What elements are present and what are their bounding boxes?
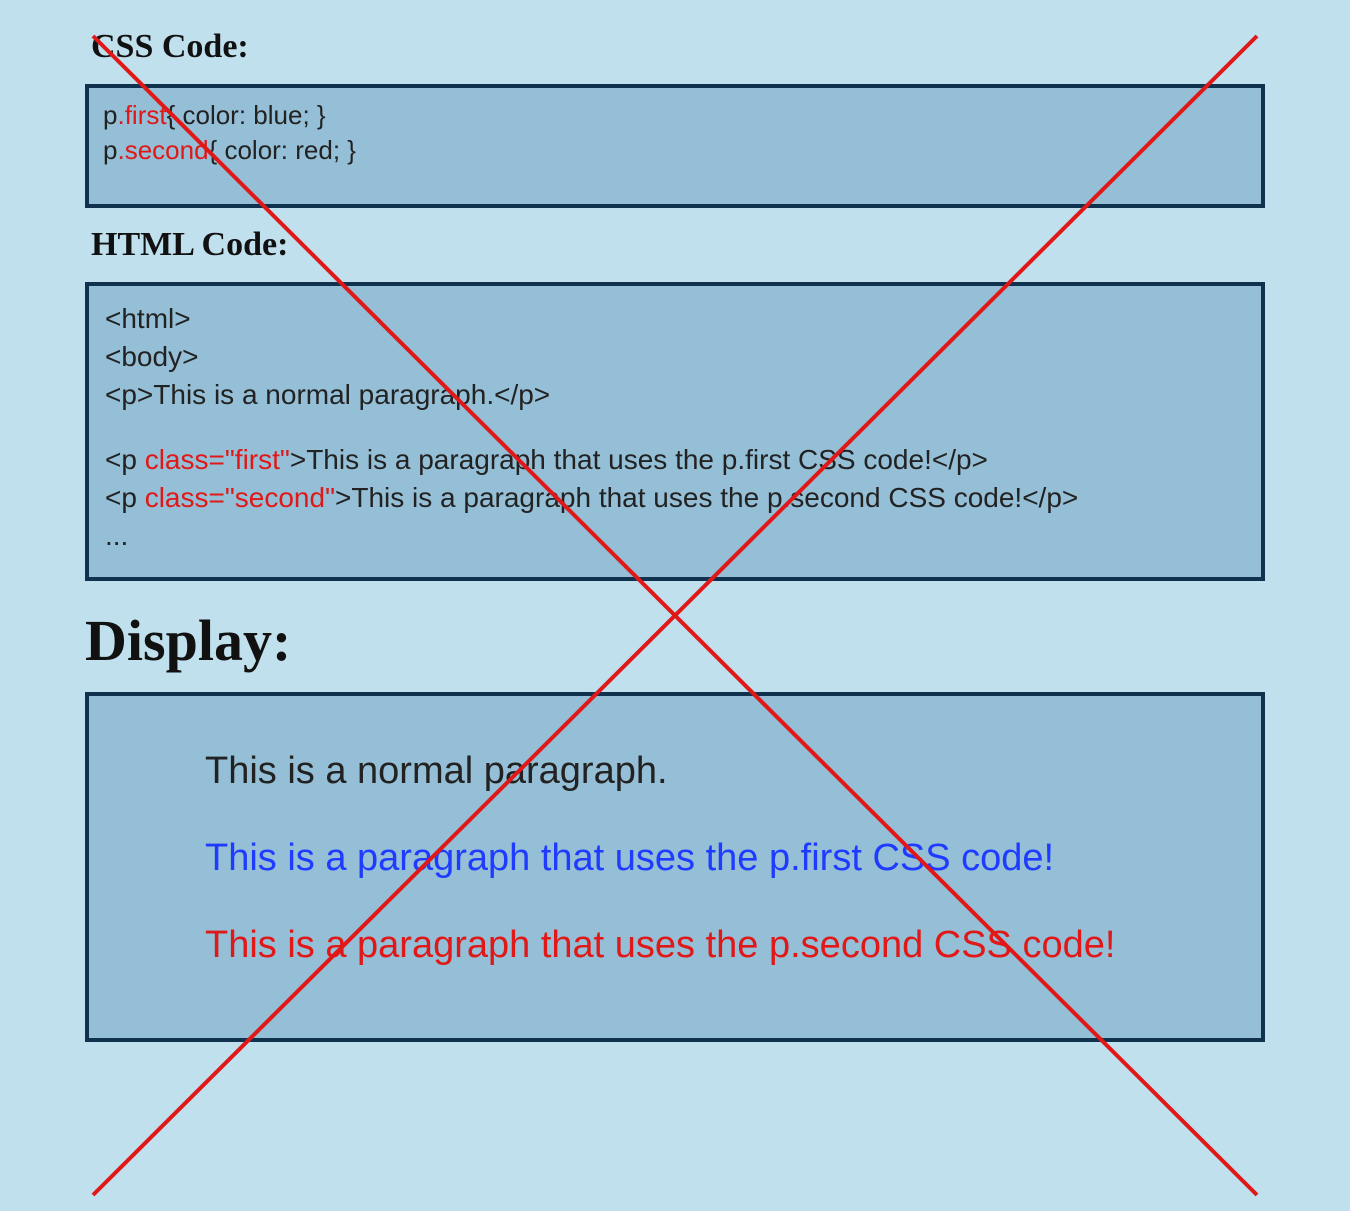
- html-line-1: <html>: [105, 300, 1245, 338]
- css-line2-pre: p: [103, 135, 117, 165]
- html-line-2: <body>: [105, 338, 1245, 376]
- css-line1-post: { color: blue; }: [167, 100, 326, 130]
- html-line-3: <p>This is a normal paragraph.</p>: [105, 376, 1245, 414]
- css-line1-pre: p: [103, 100, 117, 130]
- html-heading: HTML Code:: [91, 226, 1265, 264]
- html-blank: [105, 413, 1245, 441]
- html-l4-highlight: class="first": [145, 444, 290, 475]
- css-line-2: p.second{ color: red; }: [103, 133, 1247, 168]
- html-l5-highlight: class="second": [145, 482, 335, 513]
- html-l5-post: >This is a paragraph that uses the p.sec…: [335, 482, 1078, 513]
- display-output-box: This is a normal paragraph. This is a pa…: [85, 692, 1265, 1042]
- css-line-1: p.first{ color: blue; }: [103, 98, 1247, 133]
- html-l4-pre: <p: [105, 444, 145, 475]
- html-l4-post: >This is a paragraph that uses the p.fir…: [290, 444, 988, 475]
- html-line-6: ...: [105, 517, 1245, 555]
- css-code-box: p.first{ color: blue; } p.second{ color:…: [85, 84, 1265, 208]
- css-line2-highlight: .second: [117, 135, 208, 165]
- css-heading: CSS Code:: [91, 28, 1265, 66]
- display-paragraph-first: This is a paragraph that uses the p.firs…: [205, 833, 1201, 884]
- display-paragraph-second: This is a paragraph that uses the p.seco…: [149, 920, 1129, 971]
- content-wrap: { "sections": { "css_heading": "CSS Code…: [85, 28, 1265, 1042]
- display-heading: Display:: [85, 607, 1265, 674]
- html-line-4: <p class="first">This is a paragraph tha…: [105, 441, 1245, 479]
- css-line1-highlight: .first: [117, 100, 166, 130]
- display-paragraph-normal: This is a normal paragraph.: [205, 746, 1201, 797]
- css-line2-post: { color: red; }: [209, 135, 356, 165]
- html-line-5: <p class="second">This is a paragraph th…: [105, 479, 1245, 517]
- html-code-box: <html> <body> <p>This is a normal paragr…: [85, 282, 1265, 581]
- html-l5-pre: <p: [105, 482, 145, 513]
